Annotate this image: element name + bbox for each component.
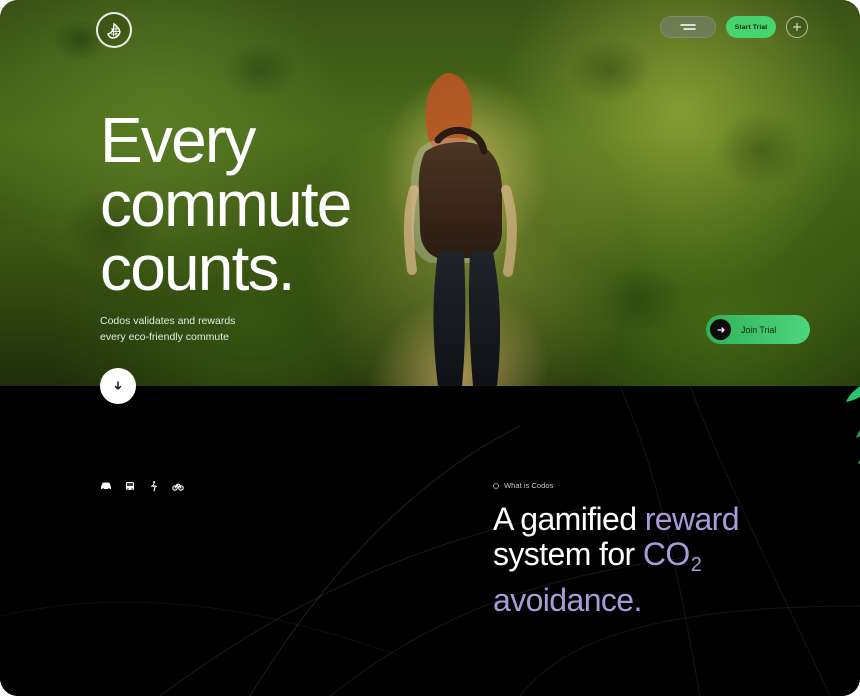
hero-section: Start Trial Every commute counts. Codos …	[0, 0, 860, 386]
start-trial-button[interactable]: Start Trial	[726, 16, 776, 38]
headline-line-3: counts.	[100, 232, 296, 304]
walking-icon	[147, 480, 161, 492]
transport-icons-row	[99, 480, 185, 492]
hero-subtext: Codos validates and rewards every eco-fr…	[100, 313, 340, 345]
join-trial-label: Join Trial	[741, 324, 777, 335]
green-edge-accent	[846, 386, 860, 464]
headline-line-2: commute	[100, 168, 352, 240]
menu-icon	[680, 24, 696, 30]
hero-subtext-line-2: every eco-friendly commute	[100, 331, 229, 343]
bus-icon	[123, 480, 137, 492]
arrow-down-icon	[114, 381, 122, 390]
headline-line-1: Every	[100, 104, 256, 176]
scroll-down-button[interactable]	[100, 368, 136, 404]
join-trial-button[interactable]: Join Trial	[706, 315, 810, 344]
page: Start Trial Every commute counts. Codos …	[0, 0, 860, 696]
join-trial-icon-wrap	[710, 319, 731, 340]
statement-line-2-part-2: CO	[642, 536, 690, 572]
plus-circle-icon	[792, 22, 802, 32]
hero-subtext-line-1: Codos validates and rewards	[100, 315, 236, 327]
statement-line-1: A gamified reward	[493, 502, 833, 537]
section-statement: A gamified reward system for CO2 avoidan…	[493, 502, 833, 618]
forest-path	[334, 220, 602, 386]
statement-line-2: system for CO2	[493, 537, 833, 583]
menu-button[interactable]	[660, 16, 716, 38]
statement-subscript-2: 2	[690, 554, 702, 576]
leaf-grid-logo-icon	[107, 22, 121, 39]
about-section: What is Codos A gamified reward system f…	[0, 386, 860, 696]
kicker-dot-icon	[493, 482, 499, 489]
arrow-right-icon	[716, 326, 725, 333]
car-icon	[99, 480, 113, 492]
start-trial-label: Start Trial	[734, 23, 768, 31]
section-kicker: What is Codos	[493, 481, 553, 490]
bike-icon	[171, 480, 185, 492]
statement-line-3: avoidance.	[493, 582, 642, 618]
brand-logo[interactable]	[96, 12, 132, 48]
nav-action-button[interactable]	[786, 16, 808, 38]
section-kicker-label: What is Codos	[504, 481, 554, 490]
statement-part-1: A gamified	[493, 501, 645, 537]
hero-headline: Every commute counts.	[100, 104, 352, 304]
statement-line-2-part-1: system for	[493, 536, 643, 572]
statement-part-2: reward	[644, 501, 740, 537]
